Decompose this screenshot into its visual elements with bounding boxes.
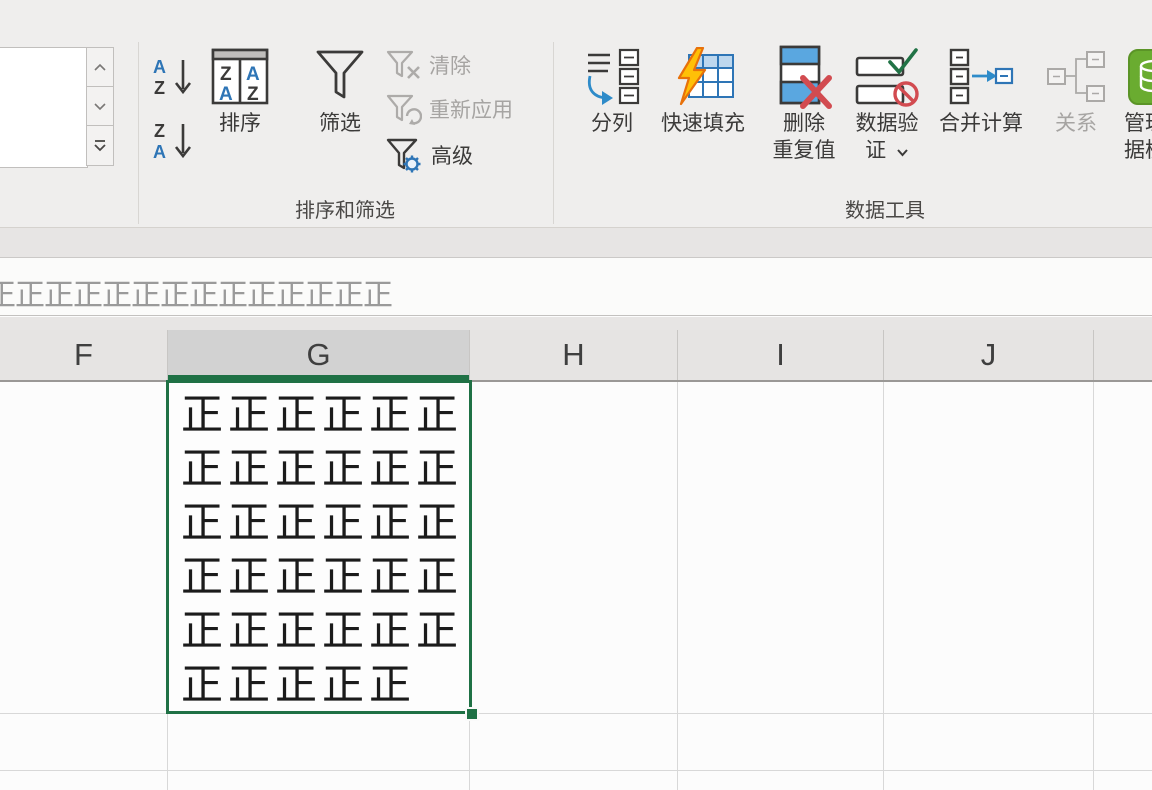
advanced-filter-button[interactable]: 高级	[386, 138, 473, 174]
sort-filter-group-label: 排序和筛选	[240, 194, 450, 223]
column-header-row: F G H I J	[0, 330, 1152, 382]
formula-bar-top-band	[0, 228, 1152, 257]
dropdown-chevron-icon	[896, 148, 909, 157]
svg-text:Z: Z	[154, 121, 165, 141]
consolidate-button[interactable]: 合并计算	[922, 44, 1040, 137]
advanced-filter-icon	[386, 138, 424, 174]
manage-data-model-icon	[1122, 44, 1152, 110]
spreadsheet-grid[interactable]: 正正正正正正 正正正正正正 正正正正正正 正正正正正正 正正正正正正 正正正正正	[0, 382, 1152, 790]
column-header-j[interactable]: J	[884, 330, 1094, 380]
gallery-down-icon	[92, 101, 108, 111]
gallery-up-icon	[92, 62, 108, 72]
data-validation-button[interactable]: 数据验 证	[844, 44, 930, 164]
advanced-filter-label: 高级	[431, 143, 473, 170]
ribbon-data-tab: A Z Z A Z A A Z	[0, 0, 1152, 228]
relationships-button[interactable]: 关系	[1040, 44, 1112, 137]
selected-cell-g[interactable]: 正正正正正正 正正正正正正 正正正正正正 正正正正正正 正正正正正正 正正正正正	[166, 380, 472, 714]
flash-fill-label: 快速填充	[661, 110, 745, 137]
cell-text-line: 正正正正正正	[169, 383, 469, 442]
filter-button[interactable]: 筛选	[300, 44, 380, 137]
column-header-i[interactable]: I	[678, 330, 884, 380]
gridline	[0, 770, 1152, 771]
group-divider	[138, 42, 139, 224]
reapply-filter-icon	[386, 94, 422, 126]
svg-text:A: A	[219, 84, 233, 105]
column-header-h[interactable]: H	[470, 330, 678, 380]
manage-data-model-label-line2: 据模	[1122, 137, 1152, 164]
filter-button-label: 筛选	[319, 110, 361, 137]
data-validation-icon	[854, 44, 920, 110]
reapply-filter-button[interactable]: 重新应用	[386, 94, 513, 126]
cell-text-line: 正正正正正正	[169, 442, 469, 496]
relationships-label: 关系	[1055, 110, 1097, 137]
flash-fill-button[interactable]: 快速填充	[650, 44, 756, 137]
sort-table-icon: Z A A Z	[211, 44, 269, 110]
ribbon-gallery	[0, 47, 88, 168]
manage-data-model-label-line1: 管理	[1122, 110, 1152, 137]
text-to-columns-label: 分列	[591, 110, 633, 137]
gallery-scroll-up-button[interactable]	[86, 47, 114, 87]
remove-duplicates-icon	[773, 44, 835, 110]
svg-text:Z: Z	[247, 84, 259, 105]
svg-text:A: A	[153, 142, 166, 162]
column-header-f[interactable]: F	[0, 330, 168, 380]
svg-text:Z: Z	[154, 78, 165, 98]
text-to-columns-button[interactable]: 分列	[578, 44, 646, 137]
sort-descending-icon: Z A	[152, 120, 194, 164]
clear-filter-label: 清除	[429, 53, 471, 80]
cell-text-line: 正正正正正正	[169, 604, 469, 658]
formula-bar-bottom-band	[0, 317, 1152, 330]
clear-filter-icon	[386, 50, 422, 82]
data-tools-group-label: 数据工具	[800, 194, 970, 223]
reapply-filter-label: 重新应用	[429, 97, 513, 124]
svg-text:Z: Z	[220, 64, 232, 85]
svg-text:A: A	[153, 57, 166, 77]
sort-ascending-button[interactable]: A Z	[152, 56, 194, 100]
gridline	[1093, 382, 1094, 790]
sort-button-label: 排序	[219, 110, 261, 137]
sort-button[interactable]: Z A A Z 排序	[202, 44, 278, 137]
data-validation-label-line2: 证	[865, 137, 909, 164]
gridline	[677, 382, 678, 790]
sort-ascending-icon: A Z	[152, 56, 194, 100]
selection-fill-handle[interactable]	[465, 707, 479, 721]
relationships-icon	[1045, 44, 1107, 110]
filter-funnel-icon	[315, 44, 365, 110]
data-validation-label-line1: 数据验	[856, 110, 919, 137]
remove-duplicates-label-line1: 删除	[783, 110, 825, 137]
excel-window: A Z Z A Z A A Z	[0, 0, 1152, 790]
group-divider	[553, 42, 554, 224]
clear-filter-button[interactable]: 清除	[386, 50, 471, 82]
gridline	[883, 382, 884, 790]
gallery-more-button[interactable]	[86, 125, 114, 166]
consolidate-label: 合并计算	[939, 110, 1023, 137]
cell-text-line: 正正正正正正	[169, 496, 469, 550]
consolidate-icon	[948, 44, 1014, 110]
manage-data-model-button[interactable]: 管理 据模	[1122, 44, 1152, 164]
sort-descending-button[interactable]: Z A	[152, 120, 194, 164]
svg-text:A: A	[246, 64, 260, 85]
flash-fill-icon	[670, 44, 736, 110]
cell-text-line: 正正正正正正	[169, 550, 469, 604]
remove-duplicates-label-line2: 重复值	[773, 137, 836, 164]
column-header-partial[interactable]	[1094, 330, 1152, 380]
cell-text-line: 正正正正正	[169, 658, 469, 712]
remove-duplicates-button[interactable]: 删除 重复值	[762, 44, 846, 164]
text-to-columns-icon	[582, 44, 642, 110]
formula-bar-text: 正正正正正正正正正正正正正正	[0, 270, 392, 314]
gallery-more-icon	[92, 139, 108, 152]
column-header-g[interactable]: G	[168, 330, 470, 380]
formula-bar[interactable]: 正正正正正正正正正正正正正正	[0, 257, 1152, 316]
gallery-scroll-down-button[interactable]	[86, 86, 114, 126]
